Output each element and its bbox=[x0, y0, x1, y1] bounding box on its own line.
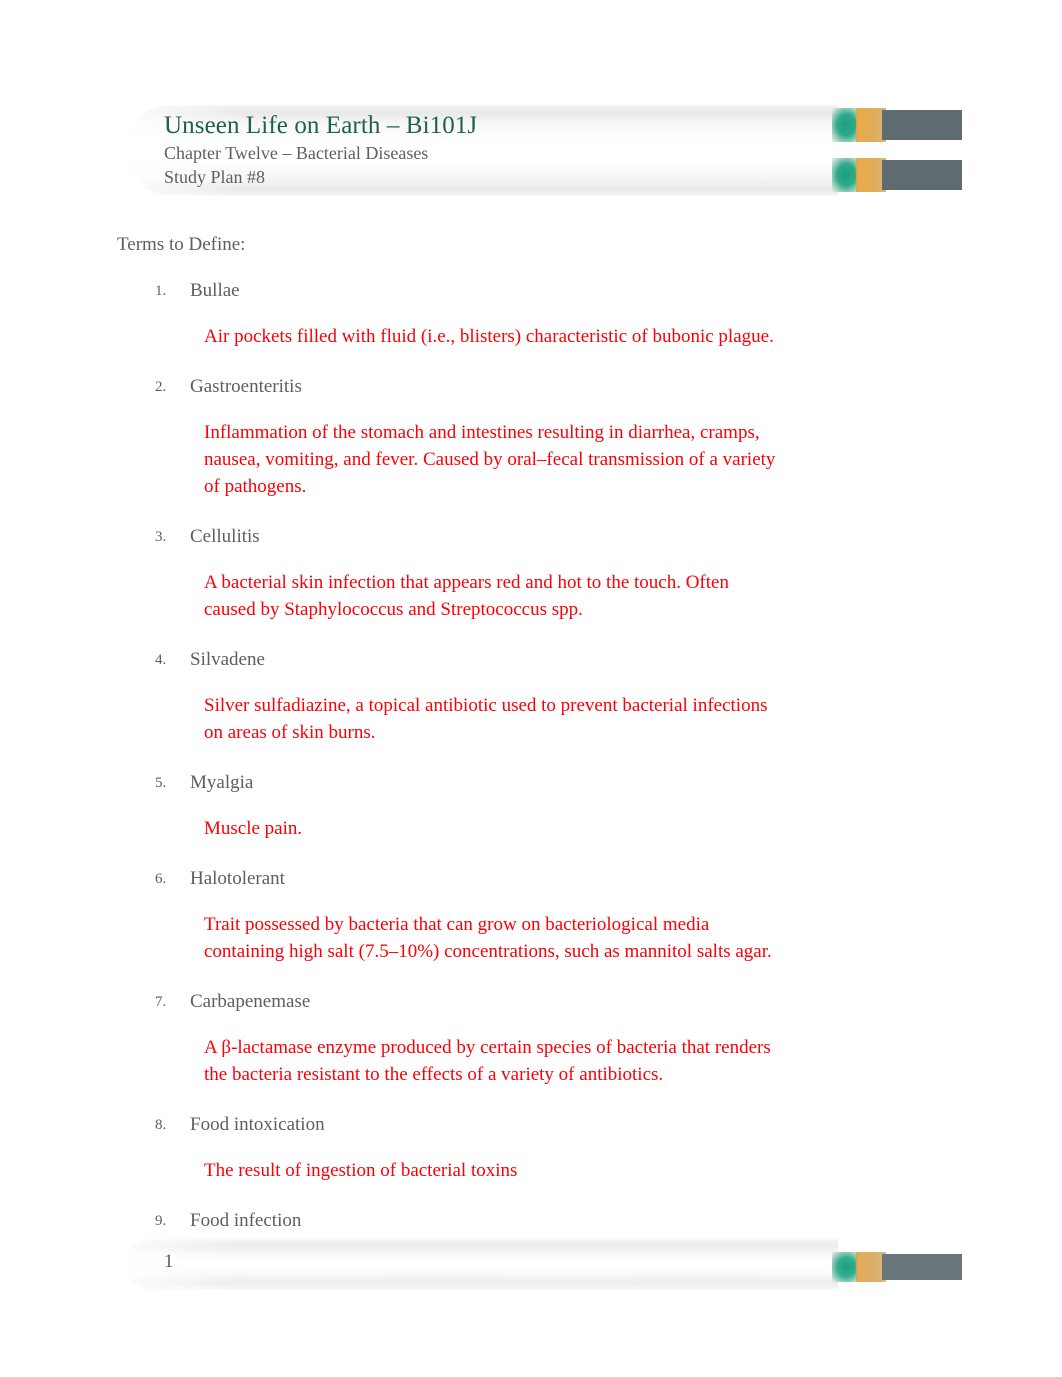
list-item: 1. Bullae Air pockets filled with fluid … bbox=[0, 278, 1062, 374]
list-item: 2. Gastroenteritis Inflammation of the s… bbox=[0, 374, 1062, 524]
term-name: Gastroenteritis bbox=[190, 376, 302, 397]
genus-name-streptococcus: Streptococcus bbox=[440, 599, 547, 620]
term-name: Silvadene bbox=[190, 649, 265, 670]
document-body: Terms to Define: 1. Bullae Air pockets f… bbox=[0, 232, 1062, 1236]
page-title: Unseen Life on Earth – Bi101J bbox=[164, 112, 478, 139]
section-heading: Terms to Define: bbox=[117, 234, 246, 255]
footer-bar-left-fade bbox=[126, 1238, 236, 1290]
term-definition: The result of ingestion of bacterial tox… bbox=[204, 1160, 518, 1181]
terms-list: 1. Bullae Air pockets filled with fluid … bbox=[0, 278, 1062, 1236]
genus-name-staphylococcus: Staphylococcus bbox=[284, 599, 404, 620]
list-item: 6. Halotolerant Trait possessed by bacte… bbox=[0, 866, 1062, 989]
header-subtitle-studyplan: Study Plan #8 bbox=[164, 167, 266, 187]
list-item: 7. Carbapenemase A β-lactamase enzyme pr… bbox=[0, 989, 1062, 1112]
gray-bar-icon bbox=[882, 160, 962, 190]
term-definition: Muscle pain. bbox=[204, 818, 303, 839]
list-item-number: 8. bbox=[155, 1117, 167, 1133]
document-footer: 1 bbox=[126, 1238, 962, 1296]
list-item-number: 9. bbox=[155, 1213, 167, 1229]
term-definition-part: and bbox=[403, 599, 441, 620]
term-name: Food infection bbox=[190, 1210, 302, 1231]
header-decoration-row bbox=[832, 108, 962, 142]
term-definition: Silver sulfadiazine, a topical antibioti… bbox=[204, 695, 768, 743]
term-name: Food intoxication bbox=[190, 1114, 325, 1135]
list-item: 8. Food intoxication The result of inges… bbox=[0, 1112, 1062, 1208]
list-item-number: 2. bbox=[155, 379, 167, 395]
gray-bar-icon bbox=[882, 110, 962, 140]
green-circle-icon bbox=[832, 1252, 858, 1282]
term-definition: A bacterial skin infection that appears … bbox=[204, 569, 782, 623]
term-definition: Air pockets filled with fluid (i.e., bli… bbox=[204, 326, 774, 347]
list-item: 9. Food infection bbox=[0, 1208, 1062, 1236]
list-item-number: 3. bbox=[155, 529, 167, 545]
gray-bar-icon bbox=[882, 1254, 962, 1280]
list-item: 4. Silvadene Silver sulfadiazine, a topi… bbox=[0, 647, 1062, 770]
green-circle-icon bbox=[832, 108, 858, 142]
green-circle-icon bbox=[832, 158, 858, 192]
list-item-number: 1. bbox=[155, 283, 167, 299]
list-item-number: 4. bbox=[155, 652, 167, 668]
term-name: Carbapenemase bbox=[190, 991, 311, 1012]
list-item: 5. Myalgia Muscle pain. bbox=[0, 770, 1062, 866]
term-definition: Inflammation of the stomach and intestin… bbox=[204, 422, 776, 497]
decoration-gap bbox=[882, 142, 962, 158]
footer-decoration-graphic bbox=[832, 1252, 962, 1282]
term-name: Cellulitis bbox=[190, 526, 260, 547]
document-header: Unseen Life on Earth – Bi101J Chapter Tw… bbox=[126, 104, 962, 196]
term-name: Myalgia bbox=[190, 772, 254, 793]
list-item-number: 6. bbox=[155, 871, 167, 887]
header-subtitle-chapter: Chapter Twelve – Bacterial Diseases bbox=[164, 143, 429, 163]
header-text-block: Unseen Life on Earth – Bi101J Chapter Tw… bbox=[164, 110, 804, 189]
page-number: 1 bbox=[164, 1251, 174, 1272]
document-page: Unseen Life on Earth – Bi101J Chapter Tw… bbox=[0, 0, 1062, 1377]
list-item: 3. Cellulitis A bacterial skin infection… bbox=[0, 524, 1062, 647]
term-definition: A β-lactamase enzyme produced by certain… bbox=[204, 1037, 771, 1085]
term-definition-part: spp. bbox=[546, 599, 583, 620]
header-decoration-graphic bbox=[832, 108, 962, 192]
list-item-number: 5. bbox=[155, 775, 167, 791]
term-name: Bullae bbox=[190, 280, 240, 301]
header-decoration-row bbox=[832, 158, 962, 192]
term-definition: Trait possessed by bacteria that can gro… bbox=[204, 914, 772, 962]
list-item-number: 7. bbox=[155, 994, 167, 1010]
term-name: Halotolerant bbox=[190, 868, 285, 889]
